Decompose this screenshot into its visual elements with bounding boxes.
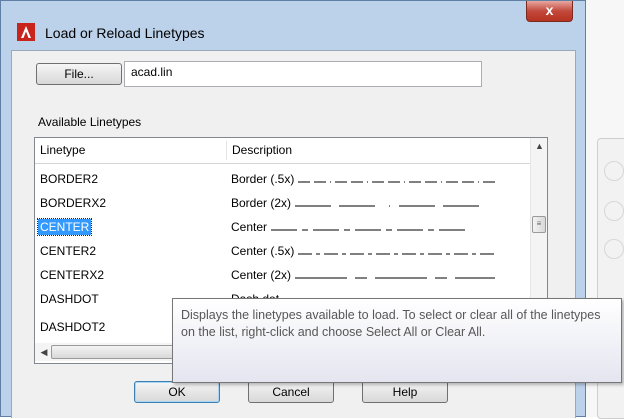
linetype-preview bbox=[295, 277, 496, 279]
column-header-linetype[interactable]: Linetype bbox=[35, 138, 226, 163]
zoom-icon bbox=[604, 239, 624, 259]
filename-field[interactable]: acad.lin bbox=[124, 61, 482, 87]
scroll-up-arrow-icon[interactable]: ▲ bbox=[531, 138, 547, 155]
linetype-description: Center bbox=[231, 219, 476, 235]
list-row[interactable]: BORDERX2 Border (2x) bbox=[35, 191, 530, 215]
ok-button[interactable]: OK bbox=[134, 381, 220, 403]
linetype-description: Center (.5x) bbox=[231, 243, 503, 259]
linetype-name: CENTERX2 bbox=[40, 268, 105, 282]
linetype-description: Border (2x) bbox=[231, 195, 500, 211]
help-button[interactable]: Help bbox=[362, 381, 448, 403]
cancel-button[interactable]: Cancel bbox=[248, 381, 334, 403]
linetype-name: CENTER2 bbox=[40, 244, 97, 258]
list-row[interactable]: CENTERX2 Center (2x) bbox=[35, 263, 530, 287]
linetype-name: BORDER2 bbox=[40, 172, 99, 186]
list-row[interactable]: BORDER2 Border (.5x) bbox=[35, 167, 530, 191]
linetype-preview bbox=[295, 205, 480, 207]
linetype-name: CENTER bbox=[36, 218, 93, 236]
pan-hand-icon bbox=[604, 201, 624, 221]
linetype-preview bbox=[298, 181, 496, 183]
list-header: Linetype Description bbox=[35, 138, 530, 164]
autocad-icon bbox=[17, 23, 35, 41]
linetype-preview bbox=[298, 253, 495, 255]
available-linetypes-label: Available Linetypes bbox=[38, 115, 142, 129]
tooltip: Displays the linetypes available to load… bbox=[172, 298, 622, 383]
vertical-scroll-thumb[interactable]: ≡ bbox=[532, 216, 546, 233]
close-button[interactable]: x bbox=[526, 1, 573, 22]
scroll-left-arrow-icon[interactable]: ◀ bbox=[37, 343, 51, 361]
file-button[interactable]: File... bbox=[36, 63, 122, 85]
column-header-description[interactable]: Description bbox=[227, 138, 527, 163]
list-row-selected[interactable]: CENTER Center bbox=[35, 215, 530, 239]
window-title: Load or Reload Linetypes bbox=[45, 25, 205, 41]
linetype-name: BORDERX2 bbox=[40, 196, 107, 210]
linetype-name: DASHDOT bbox=[40, 292, 99, 306]
linetype-preview bbox=[271, 229, 466, 231]
linetype-name: DASHDOT2 bbox=[40, 320, 106, 334]
title-bar: Load or Reload Linetypes x bbox=[1, 1, 587, 41]
linetype-description: Center (2x) bbox=[231, 267, 500, 283]
linetype-description: Border (.5x) bbox=[231, 171, 503, 187]
steering-wheel-icon bbox=[604, 161, 624, 181]
list-row[interactable]: CENTER2 Center (.5x) bbox=[35, 239, 530, 263]
